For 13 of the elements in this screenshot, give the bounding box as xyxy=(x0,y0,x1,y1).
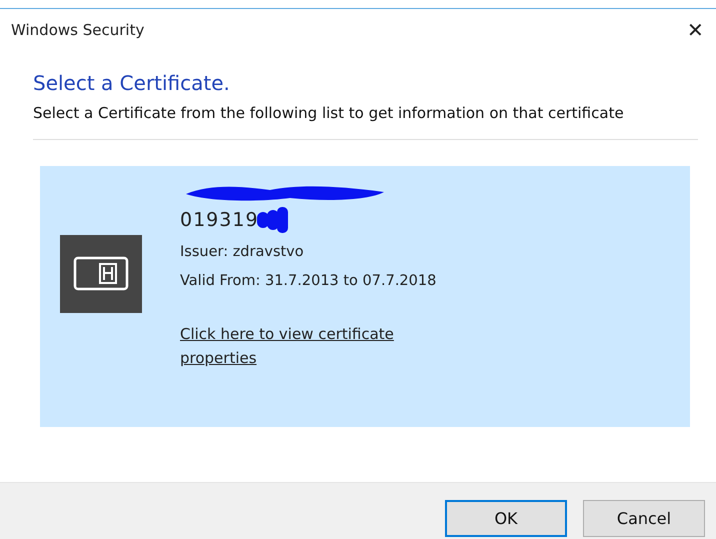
dialog-heading: Select a Certificate. xyxy=(33,71,231,95)
dialog-button[interactable]: Cancel xyxy=(583,500,705,537)
dialog-button[interactable]: OK xyxy=(445,500,567,537)
certificate-serial: 019319 xyxy=(180,209,259,231)
redaction-mark xyxy=(254,206,289,234)
dialog-description: Select a Certificate from the following list to get information on that certificate xyxy=(33,103,625,124)
certificate-icon xyxy=(60,234,142,312)
certificate-validity: Valid From: 31.7.2013 to 07.7.2018 xyxy=(180,273,438,289)
certificate-issuer: Issuer: zdravstvo xyxy=(180,244,305,260)
window-title: Windows Security xyxy=(11,21,144,39)
certificate-tile[interactable]: 019319 Issuer: zdravstvo Valid From: 31.7.2013 to 07.7.2018 Click here to view certificate properties xyxy=(40,166,690,427)
close-button[interactable]: ✕ xyxy=(683,18,708,42)
view-properties-link[interactable]: Click here to view certificate properties xyxy=(180,322,450,370)
